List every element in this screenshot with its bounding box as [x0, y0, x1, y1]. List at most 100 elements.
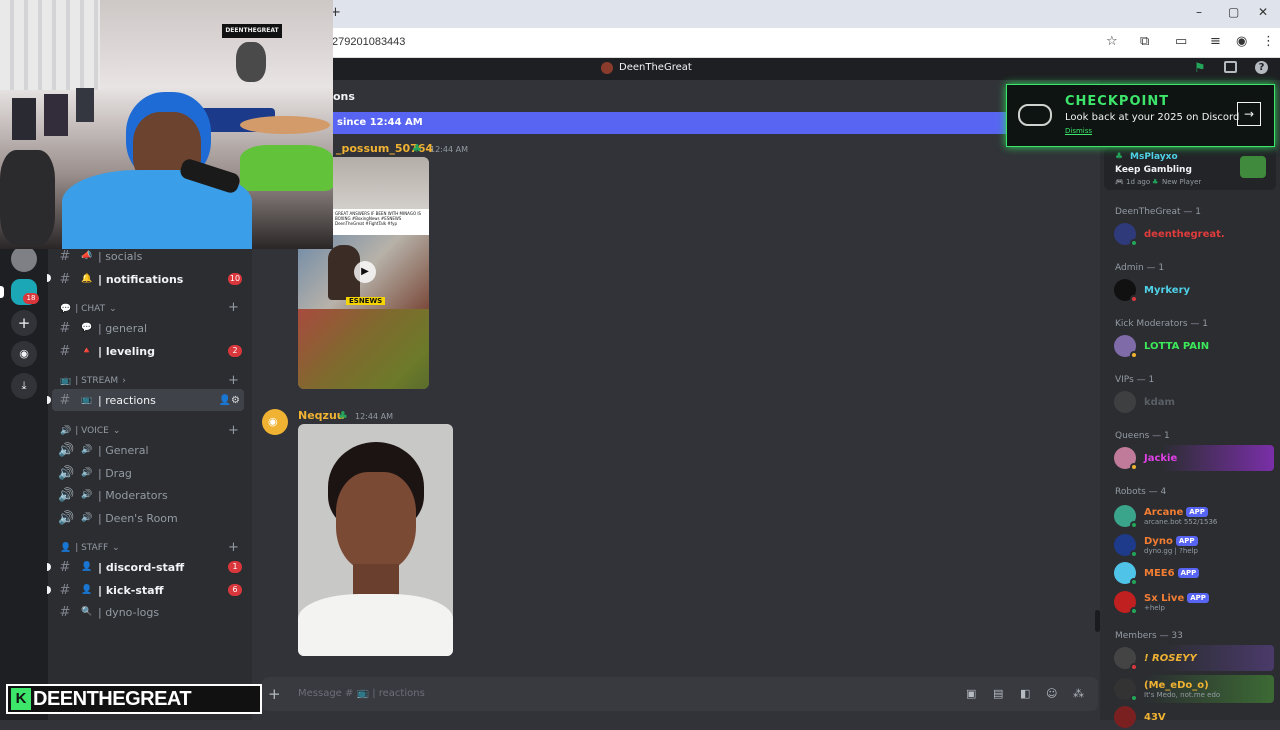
add-channel-button[interactable]: +: [228, 373, 239, 388]
add-attachment-icon[interactable]: +: [268, 685, 281, 703]
kick-logo-icon: K: [11, 688, 31, 710]
category-chat[interactable]: 💬 | CHAT ⌄: [60, 304, 117, 314]
triangle-icon: 🔺: [81, 346, 93, 356]
member-item[interactable]: 43V: [1114, 704, 1166, 730]
checkpoint-title: CHECKPOINT: [1065, 94, 1170, 109]
bell-icon: 🔔: [81, 274, 93, 284]
extensions-icon[interactable]: ⧉: [1140, 34, 1149, 49]
channel-leveling[interactable]: # 🔺 | leveling 2: [48, 340, 248, 362]
input-placeholder[interactable]: Message # 📺 | reactions: [298, 688, 425, 699]
member-item[interactable]: (Me_eDo_o) It's Medo, not.me edo: [1114, 676, 1220, 702]
category-voice[interactable]: 🔊 | VOICE ⌄: [60, 426, 120, 436]
channel-list: # 📣 | socials # 🔔 | notifications 10 💬 | CHAT ⌄…: [47, 240, 252, 720]
cast-icon[interactable]: ▭: [1175, 34, 1187, 49]
gif-icon[interactable]: ▤: [993, 687, 1003, 700]
group-header: DeenTheGreat — 1: [1115, 207, 1201, 217]
voice-channel-drag[interactable]: 🔊 🔊 | Drag: [48, 462, 248, 484]
channel-general[interactable]: # 💬 | general: [48, 317, 248, 339]
dismiss-link[interactable]: Dismiss: [1065, 127, 1092, 135]
member-item[interactable]: Arcane APP arcane.bot 552/1536: [1114, 503, 1217, 529]
avatar: [1114, 678, 1138, 702]
add-channel-button[interactable]: +: [228, 423, 239, 438]
person-icon: 👤: [60, 543, 72, 553]
tag-icon: ♣: [1152, 178, 1159, 186]
speaker-icon: 🔊: [58, 465, 75, 481]
channel-reactions[interactable]: # 📺 | reactions 👤⚙: [52, 389, 244, 411]
channel-dyno-logs[interactable]: # 🔍 | dyno-logs: [48, 601, 248, 623]
member-item[interactable]: ! ROSEYY: [1114, 645, 1197, 671]
new-messages-bar[interactable]: [333, 112, 1018, 134]
image-attachment[interactable]: [298, 424, 453, 656]
chevron-down-icon: ⌄: [109, 304, 117, 314]
voice-channel-moderators[interactable]: 🔊 🔊 | Moderators: [48, 484, 248, 506]
megaphone-icon: 📣: [81, 251, 93, 261]
speaker-icon: 🔊: [81, 513, 93, 523]
speaker-icon: 🔊: [58, 442, 75, 458]
voice-channel-general[interactable]: 🔊 🔊 | General: [48, 439, 248, 461]
group-header: Members — 33: [1115, 631, 1183, 641]
mention-badge: 10: [228, 273, 242, 285]
minimize-button[interactable]: –: [1196, 5, 1202, 19]
menu-icon[interactable]: ⋮: [1262, 34, 1275, 49]
server-badge: 18: [23, 293, 39, 304]
person-icon: 👤: [81, 585, 93, 595]
gift-icon[interactable]: ▣: [966, 687, 976, 700]
selected-indicator: [0, 286, 4, 298]
badge-icon: ♣: [338, 409, 348, 422]
profile-icon[interactable]: ◉: [1236, 34, 1247, 49]
flag-icon[interactable]: ⚑: [1194, 61, 1206, 76]
maximize-button[interactable]: ▢: [1228, 5, 1239, 19]
member-item[interactable]: Myrkery: [1114, 277, 1190, 303]
member-item[interactable]: LOTTA PAIN: [1114, 333, 1209, 359]
channel-kick-staff[interactable]: # 👤 | kick-staff 6: [48, 579, 248, 601]
channel-discord-staff[interactable]: # 👤 | discord-staff 1: [48, 556, 248, 578]
member-item[interactable]: kdam: [1114, 389, 1175, 415]
inbox-icon[interactable]: [1224, 61, 1237, 73]
new-messages-text[interactable]: since 12:44 AM: [337, 117, 423, 128]
member-item[interactable]: deenthegreat.: [1114, 221, 1225, 247]
channel-notifications[interactable]: # 🔔 | notifications 10: [48, 268, 248, 290]
server-icon: [601, 62, 613, 74]
app-badge: APP: [1186, 506, 1208, 517]
chevron-right-icon: ›: [122, 376, 126, 386]
add-channel-button[interactable]: +: [228, 540, 239, 555]
explore-icon[interactable]: ◉: [11, 341, 37, 367]
close-button[interactable]: ✕: [1258, 5, 1268, 19]
category-staff[interactable]: 👤 | STAFF ⌄: [60, 543, 120, 553]
avatar: [1114, 505, 1138, 529]
arrow-right-icon[interactable]: →: [1237, 102, 1261, 126]
controller-icon: 🎮: [1115, 178, 1124, 186]
url-text[interactable]: 279201083443: [332, 36, 405, 48]
add-server-icon[interactable]: +: [11, 310, 37, 336]
checkpoint-subtitle: Look back at your 2025 on Discord: [1065, 112, 1240, 123]
category-stream[interactable]: 📺 | STREAM ›: [60, 376, 126, 386]
server-icon[interactable]: [11, 246, 37, 272]
media-icon[interactable]: ≡: [1210, 34, 1221, 49]
member-item[interactable]: Sx Live APP +help: [1114, 589, 1209, 615]
game-art: [1240, 156, 1266, 178]
tv-icon: 📺: [81, 395, 93, 405]
video-caption: GREAT ANSWERS IF BEEN WITH MINAGO IS BOX…: [333, 209, 429, 235]
download-icon[interactable]: ⤓: [11, 373, 37, 399]
member-item[interactable]: Jackie: [1114, 445, 1177, 471]
speaker-icon: 🔊: [81, 445, 93, 455]
chat-bubble-icon: 💬: [60, 304, 72, 314]
help-icon[interactable]: ?: [1255, 61, 1268, 74]
avatar: [1114, 391, 1136, 413]
voice-channel-deens-room[interactable]: 🔊 🔊 | Deen's Room: [48, 507, 248, 529]
activity-user-icon: ♣: [1115, 152, 1124, 162]
member-item[interactable]: Dyno APP dyno.gg | ?help: [1114, 532, 1198, 558]
apps-icon[interactable]: ⁂: [1073, 687, 1084, 700]
member-list: ♣ MsPlayxo Keep Gambling 🎮 1d ago ♣ New …: [1100, 80, 1280, 728]
emoji-icon[interactable]: ☺: [1046, 687, 1057, 700]
play-icon[interactable]: ▶: [354, 261, 376, 283]
member-item[interactable]: MEE6 APP: [1114, 560, 1200, 586]
add-channel-button[interactable]: +: [228, 300, 239, 315]
speaker-icon: 🔊: [58, 510, 75, 526]
magnifier-icon: 🔍: [81, 607, 93, 617]
sticker-icon[interactable]: ◧: [1020, 687, 1030, 700]
star-icon[interactable]: ☆: [1106, 34, 1118, 49]
settings-icon[interactable]: 👤⚙: [219, 395, 240, 406]
stream-logo-text: DEENTHEGREAT: [33, 687, 192, 710]
channel-header: ons: [333, 90, 355, 103]
